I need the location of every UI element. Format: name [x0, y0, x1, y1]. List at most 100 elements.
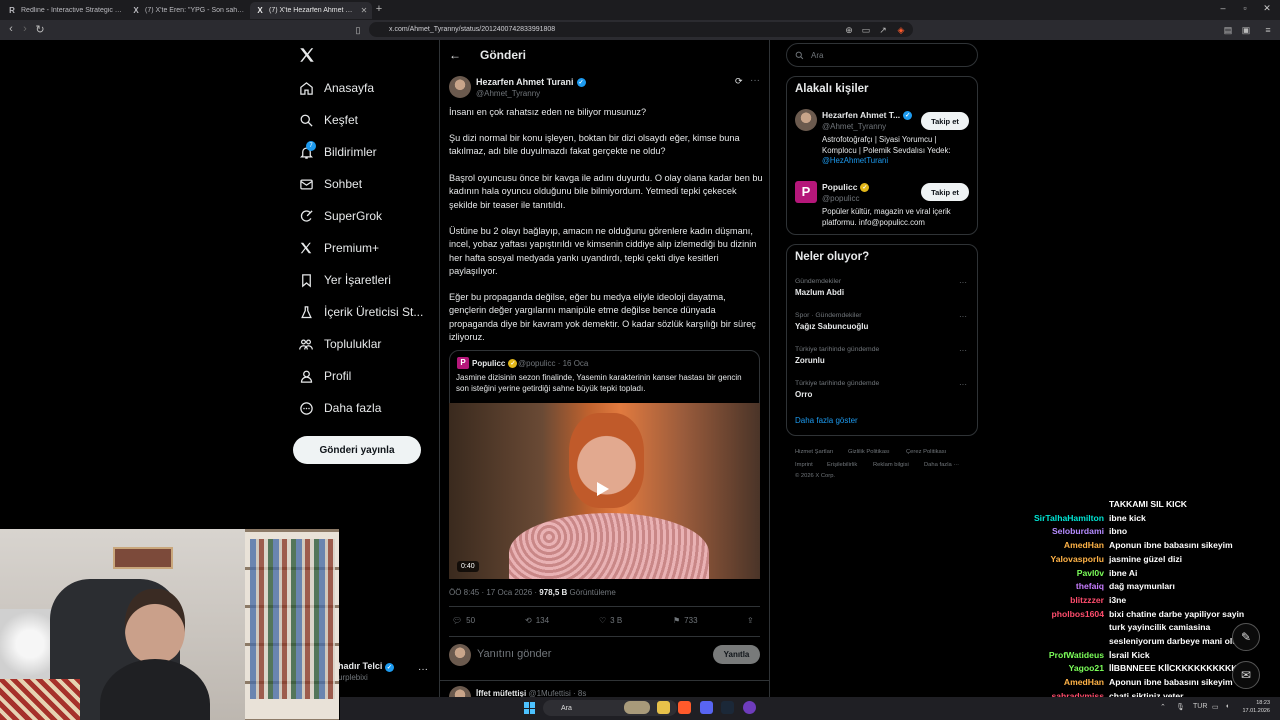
taskbar-clock[interactable]: 18:23 17.01.2026	[1238, 700, 1270, 715]
search-highlight-icon[interactable]	[624, 701, 650, 714]
messages-overlay-icon[interactable]: ✉	[1232, 661, 1260, 689]
show-more-link[interactable]: Daha fazla göster	[795, 416, 858, 425]
footer-link[interactable]: Hizmet Şartları	[795, 449, 833, 455]
nav-item-more[interactable]: Daha fazla	[298, 396, 381, 420]
related-name[interactable]: Populicc ✓	[822, 182, 870, 192]
file-explorer-icon[interactable]	[657, 701, 670, 714]
trend-more-icon[interactable]: ···	[959, 312, 967, 321]
search-input[interactable]: Ara	[786, 43, 978, 67]
nav-item-profile[interactable]: Profil	[298, 364, 351, 388]
microphone-icon[interactable]: 🎙︎	[1176, 703, 1185, 711]
trend-more-icon[interactable]: ···	[959, 346, 967, 355]
follow-button[interactable]: Takip et	[921, 183, 969, 201]
trend-more-icon[interactable]: ···	[959, 380, 967, 389]
wallet-icon[interactable]: ▣	[1240, 24, 1252, 36]
chat-username[interactable]: Seloburdami	[1052, 526, 1104, 536]
chat-username[interactable]: thefaiq	[1076, 581, 1104, 591]
reply-input[interactable]: Yanıtını gönder	[477, 648, 551, 660]
browser-tab-active[interactable]: X (7) X'te Hezarfen Ahmet Turani ✕	[250, 2, 372, 19]
brave-shield-icon[interactable]: ◈	[895, 24, 907, 36]
like-action[interactable]: ♡ 3 B	[599, 616, 622, 625]
rug	[0, 679, 80, 720]
reload-icon[interactable]: ↻	[34, 23, 46, 36]
browser-tab[interactable]: X (7) X'te Eren: "YPG - Son saha günceli	[126, 2, 248, 19]
tray-chevron-icon[interactable]: ⌃	[1160, 703, 1166, 711]
footer-link[interactable]: Erişilebilirlik	[827, 462, 857, 468]
volume-icon[interactable]: ◖	[1225, 703, 1229, 710]
trend-more-icon[interactable]: ···	[959, 278, 967, 287]
forward-icon[interactable]: ›	[19, 23, 31, 35]
chat-username[interactable]: Yalovasporlu	[1051, 554, 1105, 564]
browser-tab[interactable]: R Redline - Interactive Strategic Map	[2, 2, 124, 19]
menu-icon[interactable]: ≡	[1262, 24, 1274, 36]
nav-item-bookmarks[interactable]: Yer İşaretleri	[298, 268, 391, 292]
steam-icon[interactable]	[721, 701, 734, 714]
populicc-avatar[interactable]: P	[795, 181, 817, 203]
nav-item-home[interactable]: Anasayfa	[298, 76, 374, 100]
maximize-icon[interactable]: ▫	[1238, 3, 1252, 13]
chat-username[interactable]: SirTalhaHamilton	[1034, 513, 1104, 523]
footer-link[interactable]: Imprint	[795, 462, 813, 468]
nav-item-premium[interactable]: Premium+	[298, 236, 379, 260]
new-tab-icon[interactable]: +	[373, 3, 385, 15]
play-icon[interactable]	[597, 482, 609, 496]
nav-label: Profil	[324, 369, 352, 383]
account-name[interactable]: hadır Telci ✓	[338, 661, 394, 672]
chat-username[interactable]: AmedHan	[1064, 677, 1104, 687]
footer-link[interactable]: Gizlilik Politikası	[848, 449, 890, 455]
follow-button[interactable]: Takip et	[921, 112, 969, 130]
minimize-icon[interactable]: –	[1216, 3, 1230, 13]
reply-action[interactable]: 💬︎ 50	[452, 616, 475, 625]
tweet-paragraph: Şu dizi normal bir konu işleyen, boktan …	[449, 133, 740, 157]
nav-item-explore[interactable]: Keşfet	[298, 108, 358, 132]
windows-start-icon[interactable]	[524, 702, 536, 714]
chat-username[interactable]: blitzzzer	[1070, 595, 1104, 605]
repost-action[interactable]: ⟲ 134	[525, 616, 549, 625]
author-name[interactable]: Hezarfen Ahmet Turani ✓	[476, 77, 586, 87]
grok-explain-icon[interactable]: ⟳	[735, 76, 743, 87]
bio-link[interactable]: @HezAhmetTurani	[822, 156, 888, 165]
chat-text: jasmine güzel dizi	[1109, 553, 1183, 564]
share-icon[interactable]: ↗	[877, 24, 889, 36]
close-window-icon[interactable]: ✕	[1260, 3, 1274, 14]
chat-username[interactable]: pholbos1604	[1051, 609, 1104, 619]
footer-link[interactable]: Çerez Politikası	[906, 449, 946, 455]
bookmark-page-icon[interactable]: ▯	[352, 24, 364, 36]
brave-browser-icon[interactable]	[678, 701, 691, 714]
chat-username[interactable]: Yagoo21	[1069, 663, 1104, 673]
address-bar[interactable]: x.com/Ahmet_Tyranny/status/2012400742833…	[369, 22, 913, 37]
related-name[interactable]: Hezarfen Ahmet T... ✓	[822, 110, 913, 120]
footer-link[interactable]: Daha fazla ···	[924, 462, 959, 468]
footer-link[interactable]: Reklam bilgisi	[873, 462, 909, 468]
close-tab-icon[interactable]: ✕	[359, 6, 369, 15]
discord-icon[interactable]	[700, 701, 713, 714]
nav-item-supergrok[interactable]: SuperGrok	[298, 204, 382, 228]
edit-overlay-icon[interactable]: ✎	[1232, 623, 1260, 651]
back-arrow-icon[interactable]: ←	[449, 48, 461, 62]
chat-username[interactable]: ProfWatideus	[1049, 650, 1104, 660]
back-icon[interactable]: ‹	[5, 23, 17, 35]
nav-item-notifications[interactable]: 7 Bildirimler	[298, 140, 377, 164]
author-handle[interactable]: @Ahmet_Tyranny	[476, 89, 540, 98]
zoom-icon[interactable]: ⊕	[843, 24, 855, 36]
related-avatar[interactable]	[795, 109, 817, 131]
language-indicator[interactable]: TUR	[1193, 703, 1207, 710]
network-icon[interactable]: ▭	[1212, 703, 1219, 711]
post-button[interactable]: Gönderi yayınla	[293, 436, 421, 464]
tweet-more-icon[interactable]: ···	[750, 75, 760, 86]
account-more-icon[interactable]: ···	[418, 664, 428, 675]
nav-item-creator-studio[interactable]: İçerik Üreticisi St...	[298, 300, 423, 324]
author-avatar[interactable]	[449, 76, 471, 98]
obs-icon[interactable]	[743, 701, 756, 714]
sidebar-toggle-icon[interactable]: ▤	[1222, 24, 1234, 36]
share-action[interactable]: ⇪	[747, 616, 754, 625]
screenshot-icon[interactable]: ▭	[860, 24, 872, 36]
chat-username[interactable]: Pavl0v	[1077, 568, 1104, 578]
chat-text: bixi chatine darbe yapiliyor sayin	[1109, 608, 1245, 619]
bookmark-action[interactable]: ⚑ 733	[673, 616, 698, 625]
reply-button[interactable]: Yanıtla	[713, 645, 760, 664]
nav-item-communities[interactable]: Topluluklar	[298, 332, 381, 356]
chat-username[interactable]: AmedHan	[1064, 540, 1104, 550]
x-logo-icon[interactable]	[298, 46, 318, 66]
nav-item-chat[interactable]: Sohbet	[298, 172, 362, 196]
